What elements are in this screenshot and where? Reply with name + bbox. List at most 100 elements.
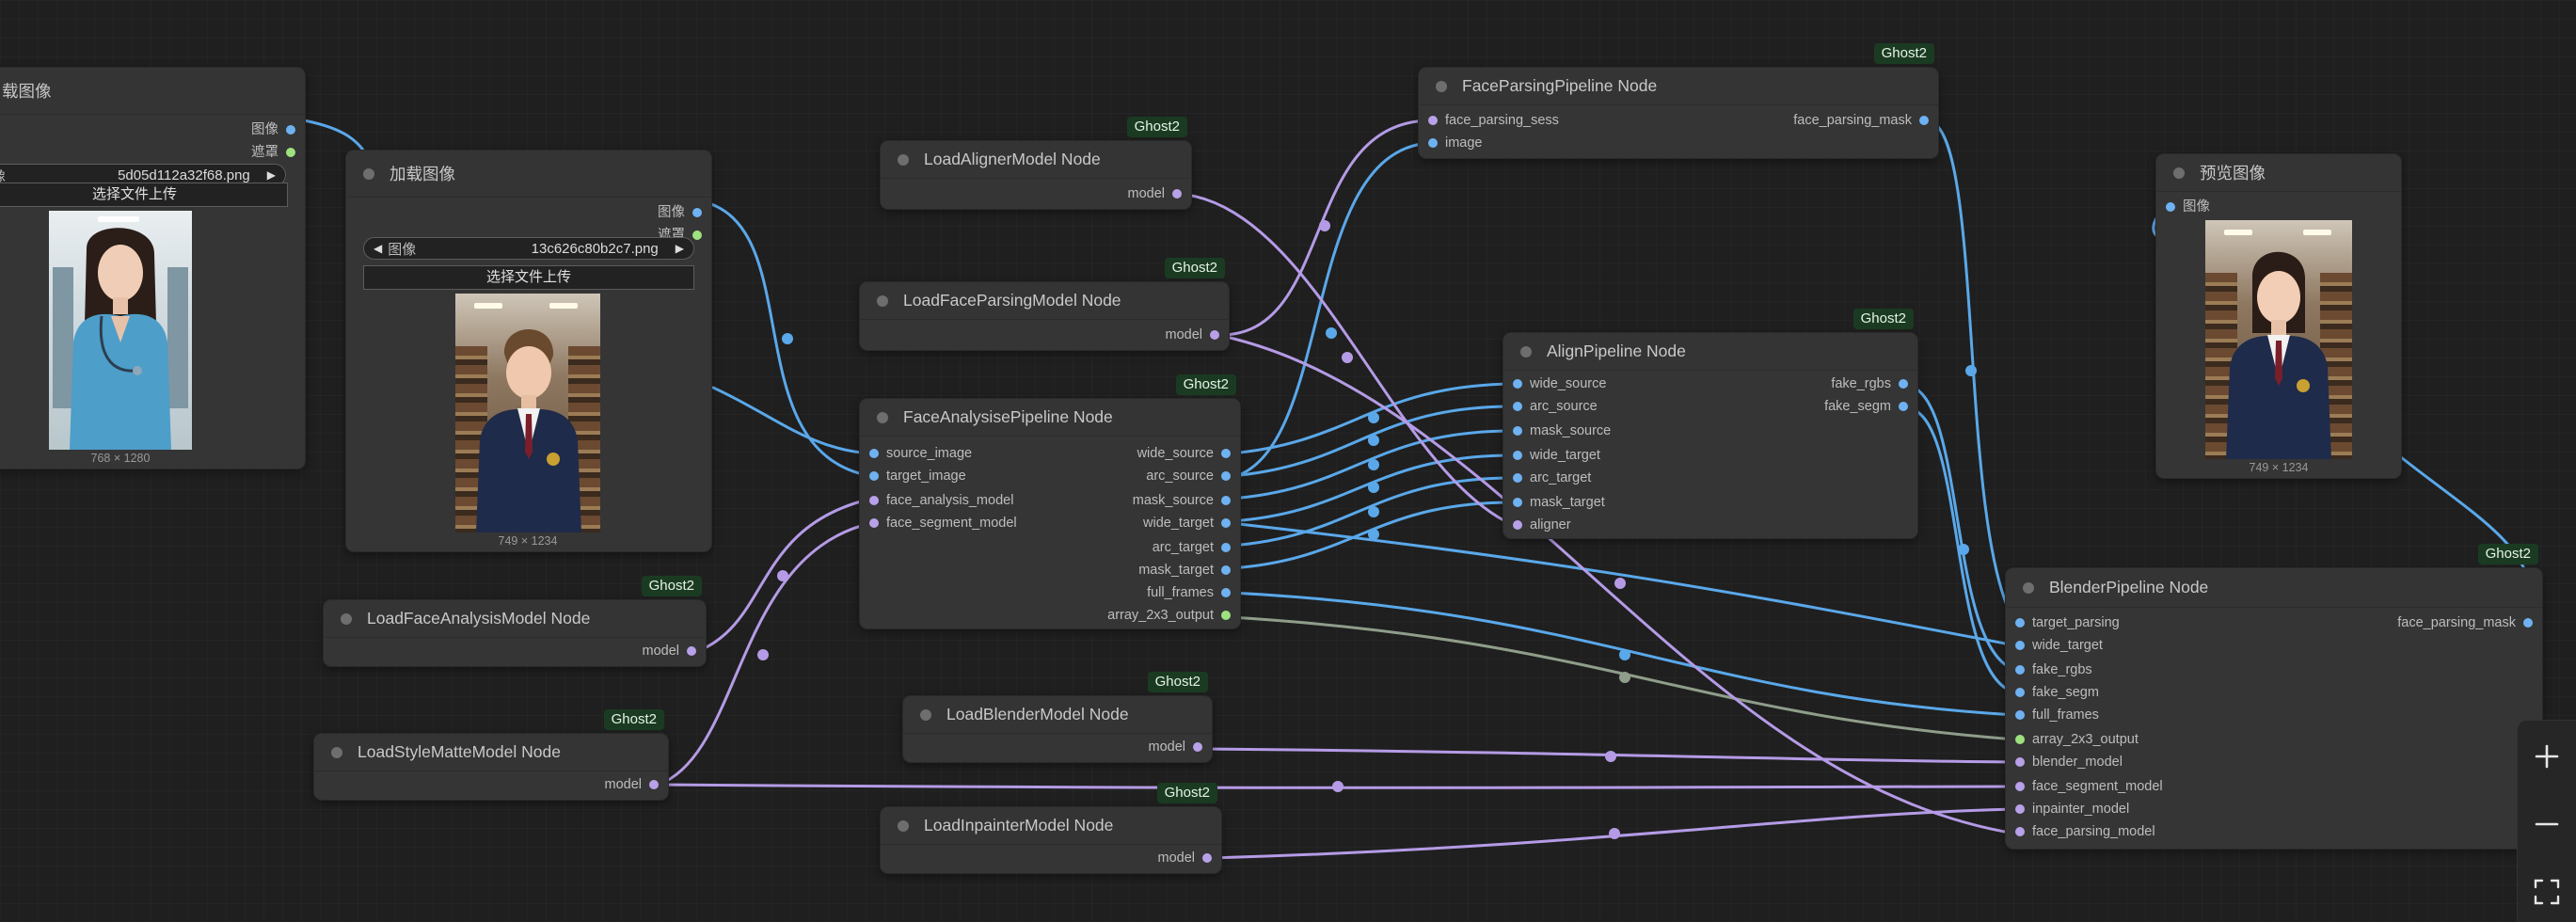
output-fake-segm[interactable]: fake_segm xyxy=(1767,395,1917,418)
collapse-dot-icon[interactable] xyxy=(920,708,931,721)
input-port[interactable] xyxy=(1428,138,1438,148)
input-face-segment-model[interactable]: face_segment_model xyxy=(2006,775,2163,798)
input-port[interactable] xyxy=(2015,782,2025,791)
input-port[interactable] xyxy=(1513,473,1522,483)
input-port[interactable] xyxy=(2015,827,2025,836)
input-fake-rgbs[interactable]: fake_rgbs xyxy=(2006,659,2092,681)
input-fake-segm[interactable]: fake_segm xyxy=(2006,681,2099,704)
output-port[interactable] xyxy=(1221,543,1231,552)
arrow-left-icon[interactable]: ◀ xyxy=(374,242,382,255)
output-model[interactable]: model xyxy=(555,640,706,662)
upload-button[interactable]: 选择文件上传 xyxy=(363,265,694,290)
arrow-right-icon[interactable]: ▶ xyxy=(267,168,276,182)
input-port[interactable] xyxy=(1428,116,1438,125)
input-port[interactable] xyxy=(2015,735,2025,744)
input-port[interactable] xyxy=(2015,665,2025,675)
input-face-segment-model[interactable]: face_segment_model xyxy=(860,512,1017,534)
collapse-dot-icon[interactable] xyxy=(331,746,342,758)
input-port[interactable] xyxy=(2166,202,2175,212)
input-port[interactable] xyxy=(2015,688,2025,697)
input-port[interactable] xyxy=(869,471,879,481)
node-title[interactable]: 载图像 xyxy=(0,68,305,115)
collapse-dot-icon[interactable] xyxy=(1520,345,1532,358)
input-target-image[interactable]: target_image xyxy=(860,465,966,487)
node-title[interactable]: LoadBlenderModel Node xyxy=(903,696,1212,734)
node-title[interactable]: FaceParsingPipeline Node xyxy=(1419,68,1938,105)
output-model[interactable]: model xyxy=(1078,324,1229,346)
input-port[interactable] xyxy=(1513,402,1522,411)
fit-view-button[interactable] xyxy=(2518,864,2576,920)
input-port[interactable] xyxy=(2015,710,2025,720)
output-port[interactable] xyxy=(286,125,295,135)
node-title[interactable]: BlenderPipeline Node xyxy=(2006,568,2542,608)
input-aligner[interactable]: aligner xyxy=(1503,514,1571,536)
collapse-dot-icon[interactable] xyxy=(1436,80,1447,92)
node-title[interactable]: LoadFaceParsingModel Node xyxy=(860,282,1229,320)
output-port[interactable] xyxy=(2523,618,2533,628)
node-title[interactable]: 加载图像 xyxy=(346,151,711,198)
output-image[interactable]: 图像 xyxy=(154,119,305,141)
collapse-dot-icon[interactable] xyxy=(898,819,909,832)
output-port[interactable] xyxy=(1221,496,1231,505)
output-mask-target[interactable]: mask_target xyxy=(1052,559,1240,581)
input-wide-target[interactable]: wide_target xyxy=(1503,444,1600,467)
output-face-parsing-mask[interactable]: face_parsing_mask xyxy=(1712,109,1938,132)
output-wide-target[interactable]: wide_target xyxy=(1052,512,1240,534)
output-port[interactable] xyxy=(1202,853,1212,863)
input-inpainter-model[interactable]: inpainter_model xyxy=(2006,798,2129,820)
input-port[interactable] xyxy=(2015,757,2025,767)
collapse-dot-icon[interactable] xyxy=(2173,167,2185,179)
node-title[interactable]: LoadInpainterModel Node xyxy=(881,807,1221,845)
load-blender-model-node[interactable]: Ghost2 LoadBlenderModel Node model xyxy=(903,672,1212,762)
input-image[interactable]: 图像 xyxy=(2156,196,2210,218)
input-arc-target[interactable]: arc_target xyxy=(1503,467,1591,489)
load-aligner-model-node[interactable]: Ghost2 LoadAlignerModel Node model xyxy=(881,117,1191,209)
output-port[interactable] xyxy=(1221,518,1231,528)
node-title[interactable]: LoadAlignerModel Node xyxy=(881,141,1191,179)
load-face-parsing-model-node[interactable]: Ghost2 LoadFaceParsingModel Node model xyxy=(860,258,1229,350)
face-parsing-pipeline-node[interactable]: Ghost2 FaceParsingPipeline Node face_par… xyxy=(1419,43,1938,158)
load-style-matte-model-node[interactable]: Ghost2 LoadStyleMatteModel Node model xyxy=(314,709,668,800)
output-mask-source[interactable]: mask_source xyxy=(1052,489,1240,512)
zoom-in-button[interactable] xyxy=(2518,728,2576,785)
output-port[interactable] xyxy=(1193,742,1202,752)
input-port[interactable] xyxy=(869,518,879,528)
input-image[interactable]: image xyxy=(1419,132,1483,154)
input-port[interactable] xyxy=(869,449,879,458)
blender-pipeline-node[interactable]: Ghost2 BlenderPipeline Node target_parsi… xyxy=(2006,544,2542,849)
collapse-dot-icon[interactable] xyxy=(877,294,888,307)
face-analysise-pipeline-node[interactable]: Ghost2 FaceAnalysisePipeline Node source… xyxy=(860,374,1240,628)
input-target-parsing[interactable]: target_parsing xyxy=(2006,612,2120,634)
input-port[interactable] xyxy=(1513,498,1522,507)
collapse-dot-icon[interactable] xyxy=(341,612,352,625)
input-port[interactable] xyxy=(1513,520,1522,530)
load-image-node-1[interactable]: 载图像 图像 遮罩 像 5d05d112a32f68.png ▶ 选择文件上传 xyxy=(0,68,305,469)
input-face-parsing-model[interactable]: face_parsing_model xyxy=(2006,820,2155,843)
output-arc-source[interactable]: arc_source xyxy=(1052,465,1240,487)
input-source-image[interactable]: source_image xyxy=(860,442,972,465)
output-port[interactable] xyxy=(649,780,659,789)
output-port[interactable] xyxy=(1899,402,1908,411)
output-port[interactable] xyxy=(1221,449,1231,458)
output-port[interactable] xyxy=(1221,471,1231,481)
input-wide-target[interactable]: wide_target xyxy=(2006,634,2103,657)
output-array-2x3[interactable]: array_2x3_output xyxy=(1033,604,1240,627)
load-image-node-2[interactable]: 加载图像 图像 遮罩 ◀ 图像 13c626c80b2c7.png ▶ 选择文件… xyxy=(346,151,711,551)
input-blender-model[interactable]: blender_model xyxy=(2006,751,2123,773)
output-port[interactable] xyxy=(687,646,696,656)
input-full-frames[interactable]: full_frames xyxy=(2006,704,2099,726)
output-port[interactable] xyxy=(1919,116,1929,125)
output-arc-target[interactable]: arc_target xyxy=(1052,536,1240,559)
output-port[interactable] xyxy=(1221,565,1231,575)
node-title[interactable]: 预览图像 xyxy=(2156,154,2401,192)
output-port[interactable] xyxy=(1210,330,1219,340)
node-title[interactable]: FaceAnalysisePipeline Node xyxy=(860,399,1240,437)
input-port[interactable] xyxy=(2015,804,2025,814)
output-face-parsing-mask[interactable]: face_parsing_mask xyxy=(2316,612,2542,634)
node-title[interactable]: LoadStyleMatteModel Node xyxy=(314,734,668,771)
zoom-out-button[interactable] xyxy=(2518,796,2576,852)
input-port[interactable] xyxy=(869,496,879,505)
node-title[interactable]: LoadFaceAnalysisModel Node xyxy=(324,600,706,638)
output-port[interactable] xyxy=(1172,189,1182,199)
preview-image-node[interactable]: 预览图像 图像 749 × 1234 xyxy=(2156,154,2401,478)
